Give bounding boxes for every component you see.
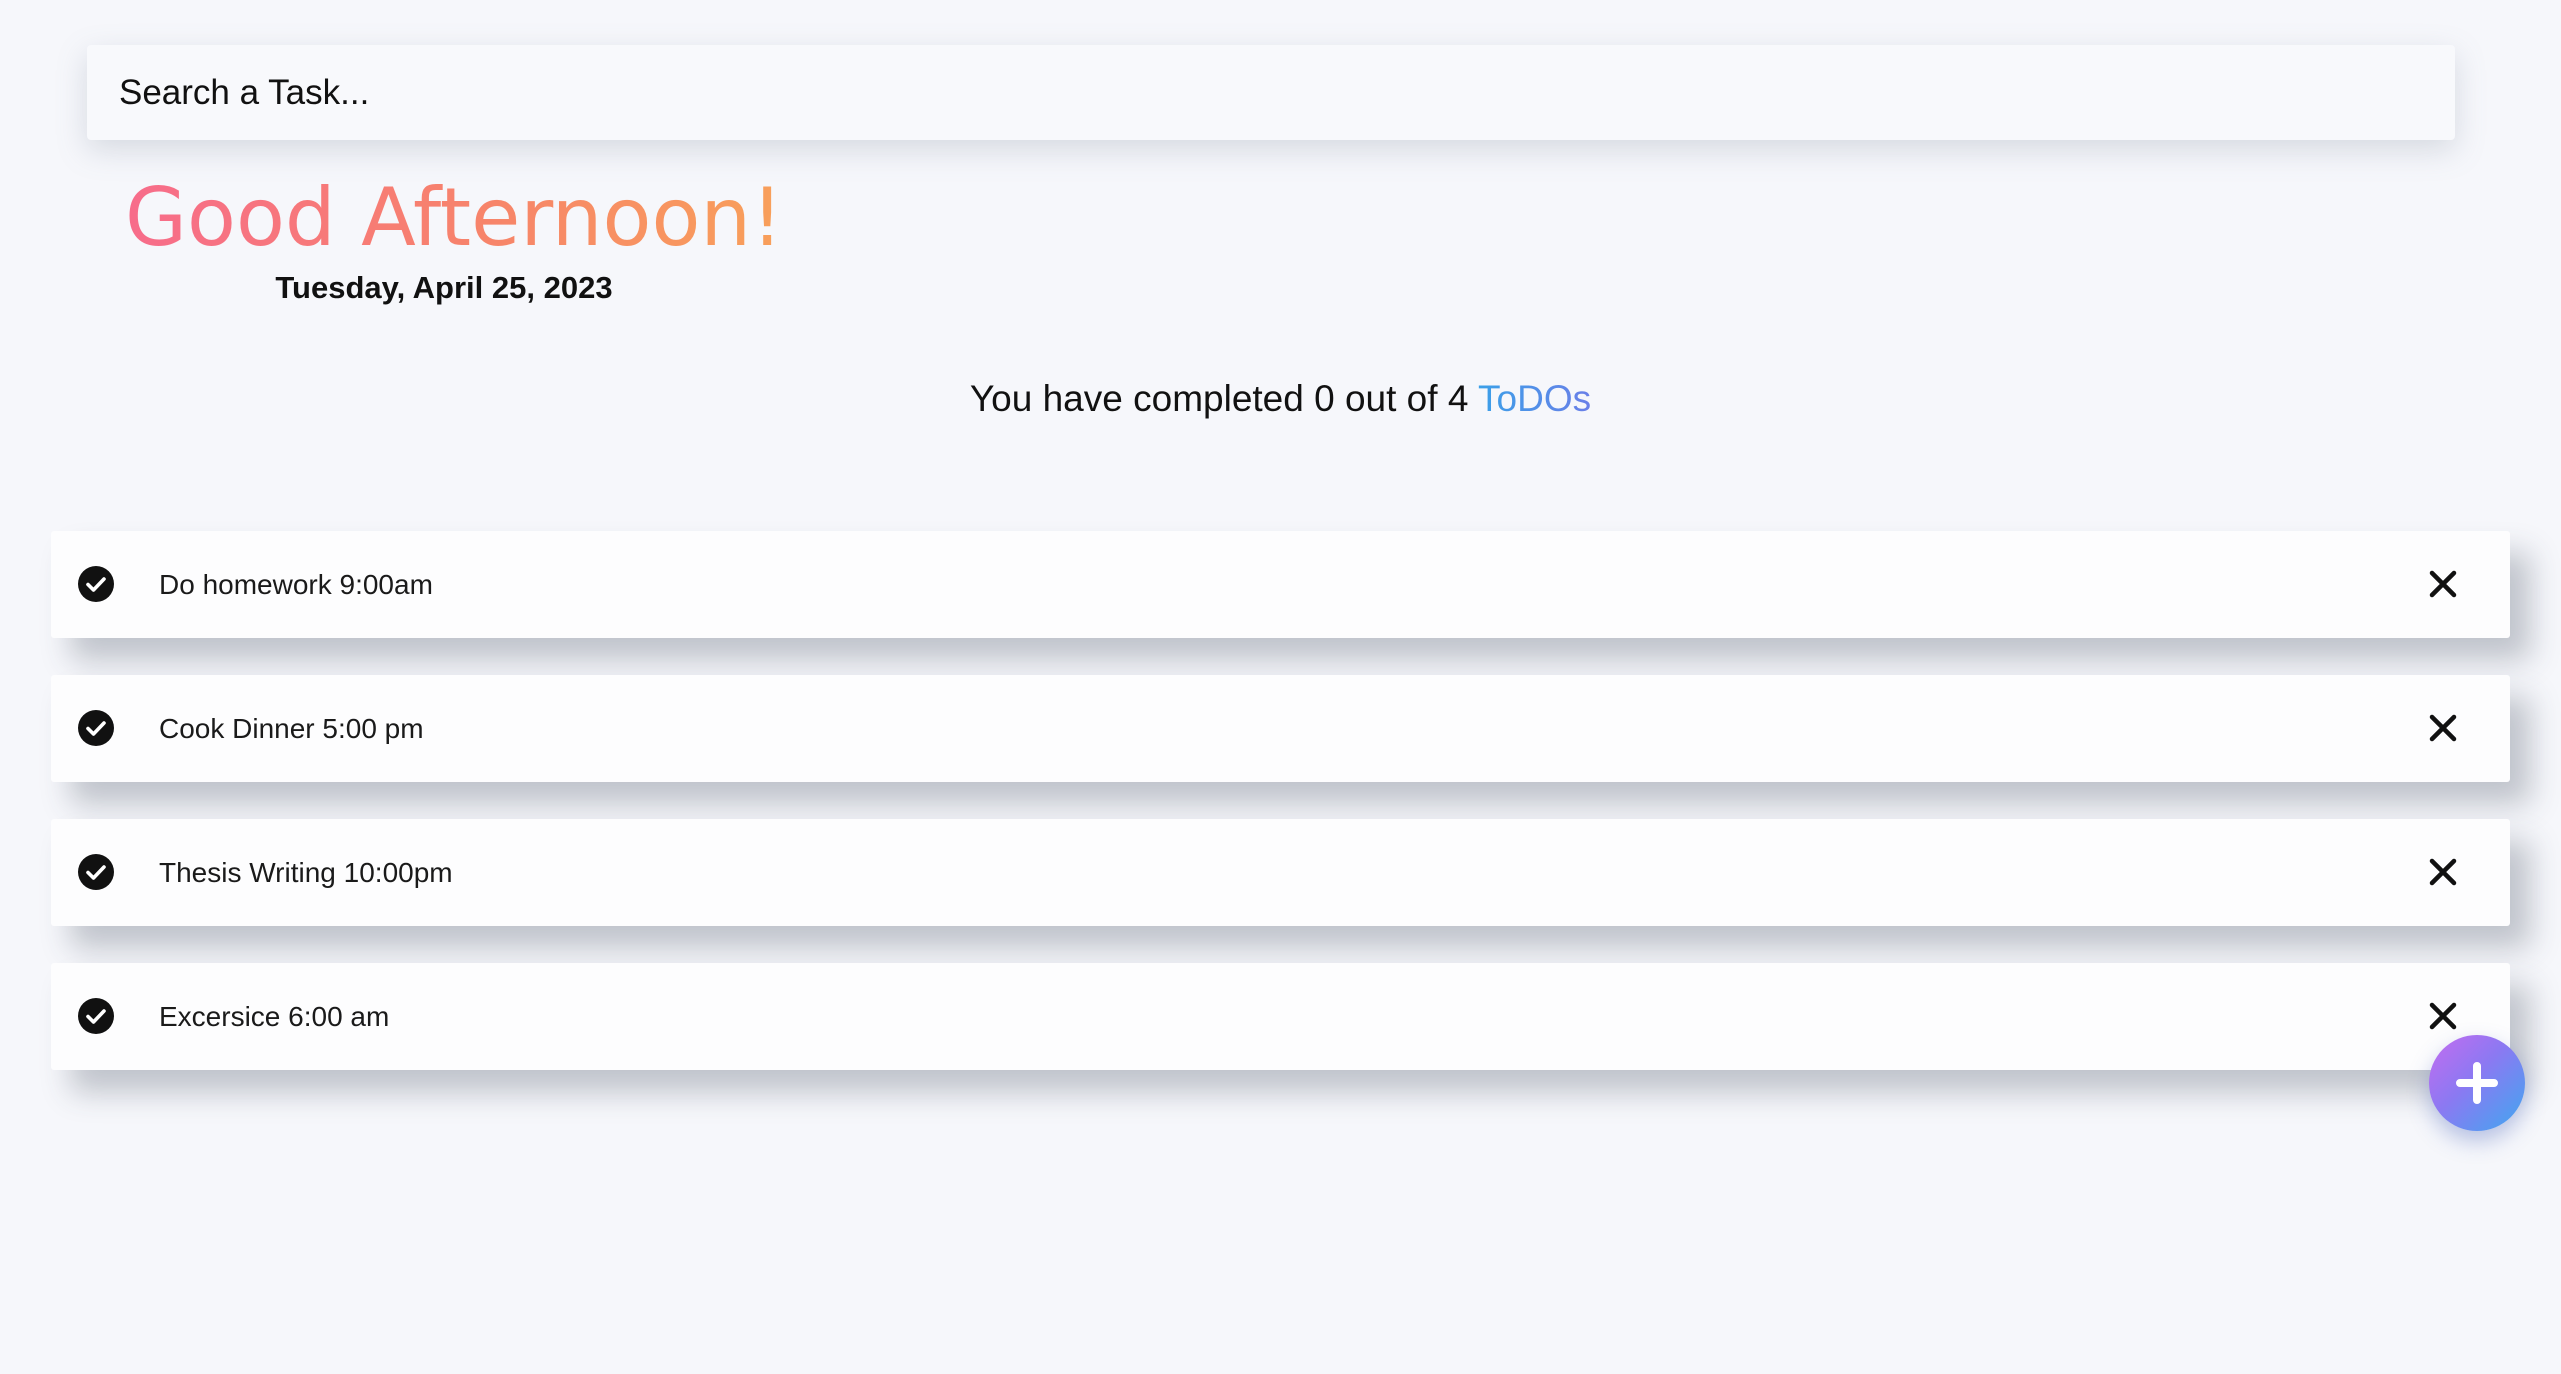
close-icon[interactable]: [2428, 569, 2458, 599]
check-circle-icon[interactable]: [78, 710, 114, 746]
current-date: Tuesday, April 25, 2023: [275, 270, 613, 305]
add-task-button[interactable]: [2429, 1035, 2525, 1131]
plus-icon: [2456, 1062, 2498, 1104]
todo-item[interactable]: Do homework 9:00am: [51, 531, 2510, 638]
greeting-title: Good Afternoon!: [125, 168, 783, 268]
search-bar[interactable]: [87, 44, 2455, 141]
close-icon[interactable]: [2428, 1001, 2458, 1031]
check-circle-icon[interactable]: [78, 998, 114, 1034]
summary-accent: ToDOs: [1478, 378, 1592, 419]
todo-text: Do homework 9:00am: [159, 569, 433, 600]
check-circle-icon[interactable]: [78, 854, 114, 890]
search-input[interactable]: [117, 44, 2455, 141]
summary-text: You have completed 0 out of 4: [969, 378, 1469, 419]
close-icon[interactable]: [2428, 857, 2458, 887]
todo-text: Cook Dinner 5:00 pm: [159, 713, 424, 744]
todo-item[interactable]: Thesis Writing 10:00pm: [51, 819, 2510, 926]
todo-text: Excersice 6:00 am: [159, 1001, 390, 1032]
todo-item[interactable]: Excersice 6:00 am: [51, 963, 2510, 1070]
close-icon[interactable]: [2428, 713, 2458, 743]
check-circle-icon[interactable]: [78, 566, 114, 602]
todo-item[interactable]: Cook Dinner 5:00 pm: [51, 675, 2510, 782]
completion-summary: You have completed 0 out of 4 ToDOs: [0, 378, 2561, 420]
todo-text: Thesis Writing 10:00pm: [159, 857, 453, 888]
